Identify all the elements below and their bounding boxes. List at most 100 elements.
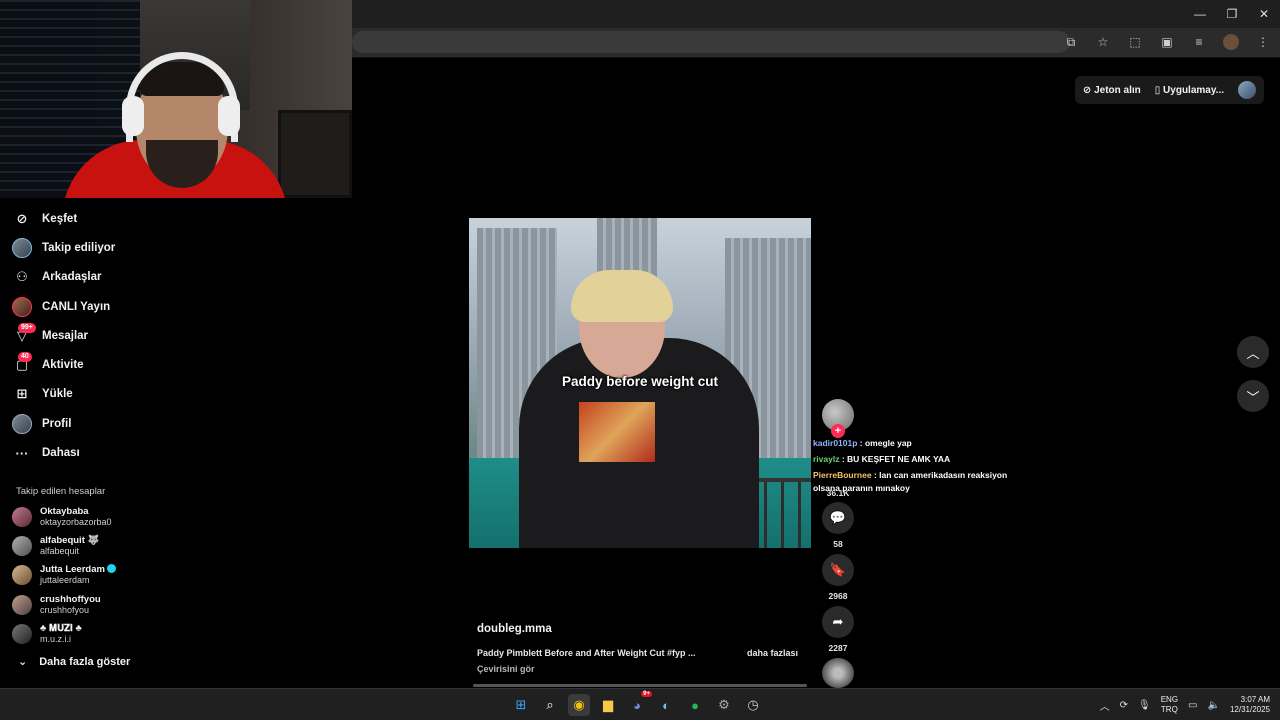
get-app-label: Uygulamay... [1163,84,1224,96]
menu-icon[interactable]: ⋮ [1252,31,1274,53]
restore-icon[interactable]: ❐ [1216,0,1248,28]
avatar [12,237,32,258]
search-icon[interactable]: ⌕ [539,694,561,716]
following-account[interactable]: Oktaybaba oktayzorbazorba0 [12,502,192,531]
video-author[interactable]: doubleg.mma [477,623,552,635]
minimize-icon[interactable]: — [1184,0,1216,28]
following-account[interactable]: crushhoffyou crushhofyou [12,590,192,619]
nav-item-upload[interactable]: ⊞ Yükle [12,380,192,409]
sync-icon[interactable]: ⟳ [1120,700,1128,711]
window-controls: — ❐ ✕ [1184,0,1280,28]
top-actions: ⊘ Jeton alın ▯ Uygulamay... [1074,76,1264,104]
clock-time: 3:07 AM [1240,695,1270,704]
chat-user: PierreBournee [813,470,872,480]
messages-badge: 99+ [18,322,36,333]
taskbar-apps: ⊞ ⌕ ◉ ▆ ◕ 9+ ◐ ● ⚙ ◷ [510,689,764,720]
video-progress-bar[interactable] [473,684,807,687]
chat-user: kadir0101p [813,438,858,448]
system-tray: ︿ ⟳ 🎙 ENG TRQ ▭ 🔈 3:07 AM 12/31/2025 [1100,689,1270,720]
account-name: crushhoffyou [40,593,101,605]
following-section-title: Takip edilen hesaplar [16,486,106,497]
music-disc[interactable] [822,658,854,688]
bookmark-icon: 🔖 [829,562,847,577]
account-handle: m.u.z.i.i [40,633,72,644]
nav-item-activity[interactable]: ▢ 40 Aktivite [12,350,192,379]
following-account[interactable]: ♣ 𝐌𝐔𝐙𝐈 ♣ m.u.z.i.i [12,619,192,648]
show-more-button[interactable]: ⌄ Daha fazla göster [18,655,130,669]
language-indicator[interactable]: ENG TRQ [1161,695,1178,715]
discord-icon[interactable]: ◕ 9+ [626,691,652,716]
avatar [12,623,32,644]
nav-item-more[interactable]: ··· Dahası [12,438,192,467]
close-icon[interactable]: ✕ [1248,0,1280,28]
video-player[interactable]: Paddy before weight cut [469,218,811,548]
settings-icon[interactable]: ⚙ [713,694,735,716]
account-name: ♣ 𝐌𝐔𝐙𝐈 ♣ [40,622,82,634]
following-account[interactable]: alfabequit 🐺 alfabequit [12,531,192,560]
microphone-icon[interactable]: 🎙 [1138,700,1151,711]
show-hidden-icons-icon[interactable]: ︿ [1100,698,1110,713]
clock-app-icon[interactable]: ◷ [742,694,764,716]
bookmark-star-icon[interactable]: ☆ [1092,31,1114,53]
windows-taskbar: ⊞ ⌕ ◉ ▆ ◕ 9+ ◐ ● ⚙ ◷ ︿ ⟳ 🎙 ENG TRQ ▭ 🔈 3:… [0,688,1280,720]
account-handle: juttaleerdam [40,575,90,586]
profile-avatar [12,413,32,434]
windows-start-icon[interactable]: ⊞ [510,694,532,716]
account-name: Jutta Leerdam [40,564,105,576]
get-coins-label: Jeton alın [1094,84,1141,96]
nav-item-label: Yükle [42,388,73,401]
network-icon[interactable]: ▭ [1188,700,1197,711]
language-code: ENG [1160,695,1179,704]
avatar [12,506,32,527]
tab-search-icon[interactable]: ▣ [1156,31,1178,53]
live-avatar [12,296,32,317]
previous-video-button[interactable]: ︿ [1237,336,1269,368]
nav-item-profile[interactable]: Profil [12,409,192,438]
address-bar[interactable] [352,31,1070,53]
upload-icon: ⊞ [16,386,28,402]
nav-item-friends[interactable]: ⚇ Arkadaşlar [12,263,192,292]
profile-avatar[interactable] [1238,81,1256,99]
get-app-button[interactable]: ▯ Uygulamay... [1155,85,1224,96]
comment-icon: 💬 [829,510,847,525]
share-button[interactable]: ➦ [822,606,854,638]
steam-icon[interactable]: ◐ [655,694,677,716]
nav-item-following[interactable]: Takip ediliyor [12,233,192,262]
following-account[interactable]: Jutta Leerdam juttaleerdam [12,561,192,590]
spotify-icon[interactable]: ● [684,694,706,716]
chrome-icon[interactable]: ◉ [568,694,590,716]
account-name: Oktaybaba [40,505,89,517]
next-video-button[interactable]: ﹀ [1237,380,1269,412]
get-coins-button[interactable]: ⊘ Jeton alın [1083,85,1141,96]
chat-text: omegle yap [864,438,912,448]
extensions-icon[interactable]: ⬚ [1124,31,1146,53]
nav-item-label: CANLI Yayın [42,300,111,313]
nav-item-messages[interactable]: ▽ 99+ Mesajlar [12,321,192,350]
chat-user: rivaylz [813,454,840,464]
reading-list-icon[interactable]: ≡ [1188,31,1210,53]
clock[interactable]: 3:07 AM 12/31/2025 [1230,695,1270,715]
account-handle: crushhofyou [40,604,90,615]
save-button[interactable]: 🔖 [822,554,854,586]
install-app-icon[interactable]: ⧉ [1060,31,1082,53]
nav-item-explore[interactable]: ⊘ Keşfet [12,204,192,233]
nav-item-label: Aktivite [42,359,84,372]
comment-button[interactable]: 💬 [822,502,854,534]
see-translation-link[interactable]: Çevirisini gör [477,664,535,674]
save-count: 2968 [828,591,848,601]
profile-avatar[interactable] [1220,31,1242,53]
nav-item-label: Keşfet [42,212,78,225]
nav-item-label: Dahası [42,447,80,460]
inbox-icon: ▽ 99+ [12,322,36,346]
volume-icon[interactable]: 🔈 [1208,700,1220,711]
nav-item-live[interactable]: CANLI Yayın [12,292,192,321]
chat-message: kadir0101p : omegle yap [813,438,912,448]
account-handle: alfabequit [40,545,80,556]
account-handle: oktayzorbazorba0 [40,516,112,527]
chat-message: PierreBournee : lan can amerikadasın rea… [813,470,1008,493]
share-icon: ➦ [832,614,844,629]
nav-item-label: Profil [42,417,72,430]
file-explorer-icon[interactable]: ▆ [597,694,619,716]
see-more-link[interactable]: daha fazlası [747,648,798,658]
follow-plus-icon[interactable]: + [831,424,845,438]
